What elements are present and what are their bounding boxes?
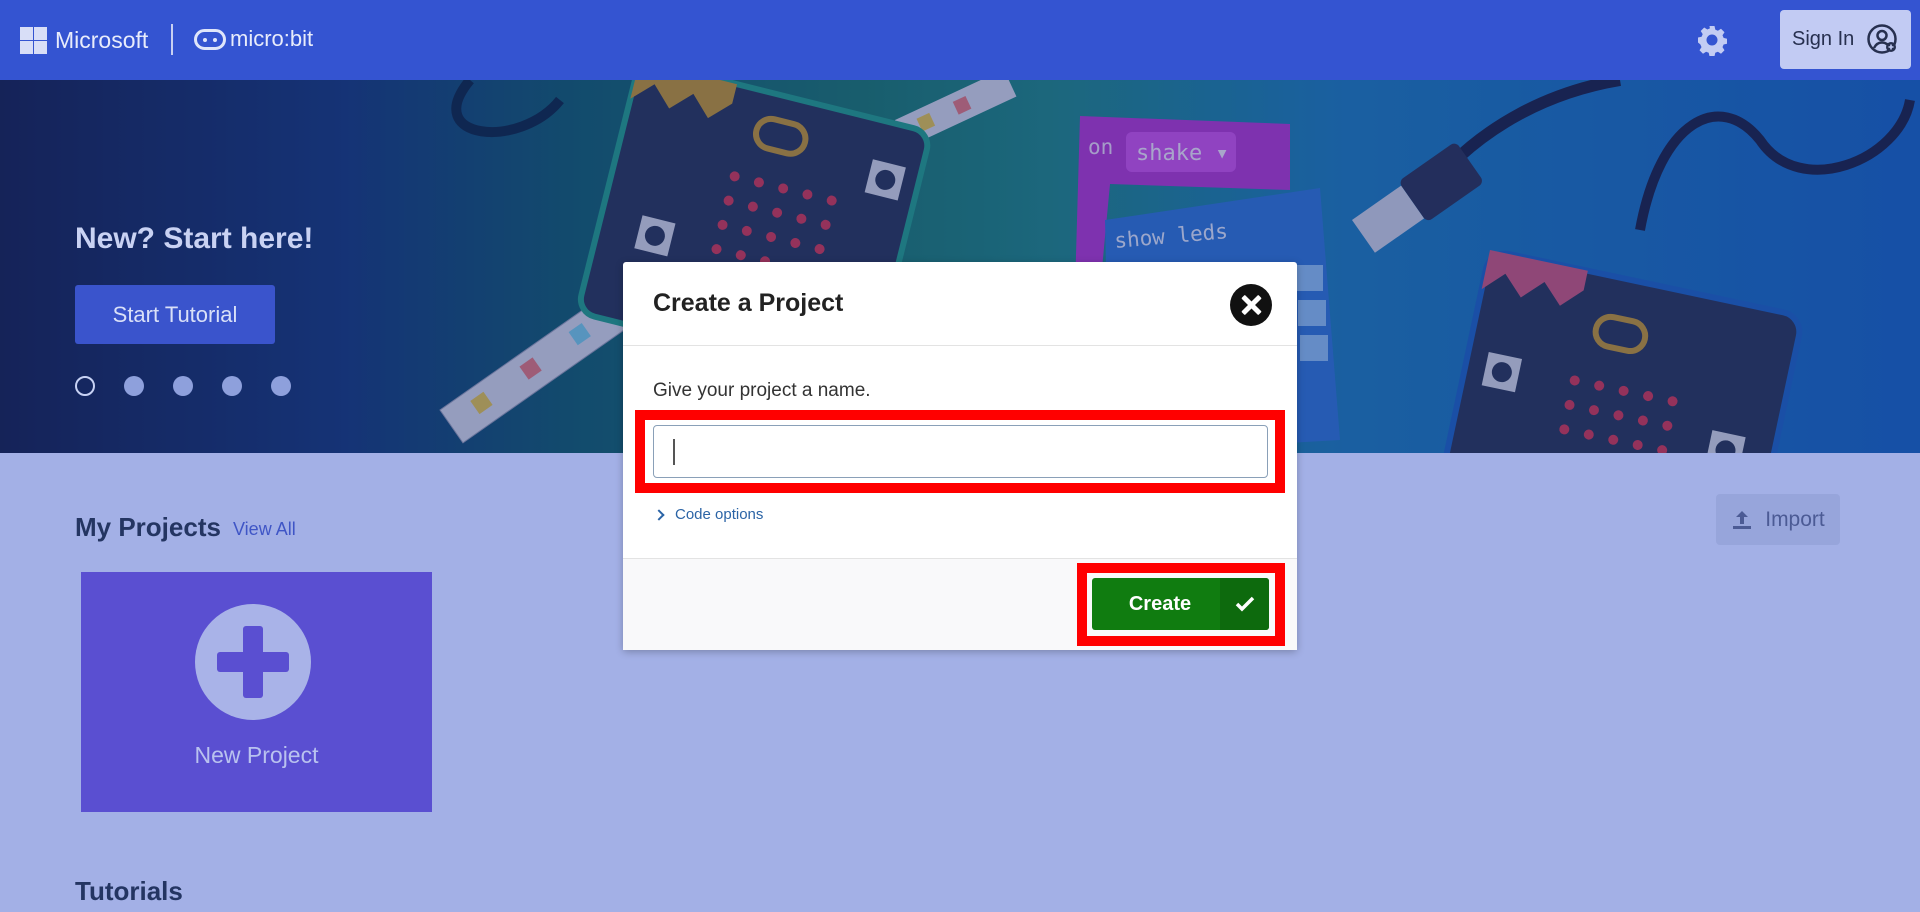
import-label: Import [1765, 507, 1825, 531]
hero-title: New? Start here! [75, 222, 314, 255]
upload-icon [1733, 510, 1752, 529]
microbit-logo[interactable]: micro:bit [194, 26, 313, 52]
close-icon[interactable] [1230, 284, 1272, 326]
top-bar: Microsoft micro:bit Sign In [0, 0, 1920, 80]
sign-in-label: Sign In [1792, 28, 1855, 50]
tutorials-title: Tutorials [75, 876, 183, 906]
microbit-icon [194, 28, 226, 50]
create-button[interactable]: Create [1092, 578, 1269, 630]
dialog-header: Create a Project [623, 262, 1297, 346]
project-name-input[interactable] [653, 425, 1268, 478]
import-button[interactable]: Import [1716, 494, 1840, 545]
new-project-card[interactable]: New Project [81, 572, 432, 812]
brand-divider [171, 24, 173, 55]
create-project-dialog: Create a Project Give your project a nam… [623, 262, 1297, 650]
sign-in-button[interactable]: Sign In [1780, 10, 1911, 69]
code-options-label: Code options [675, 506, 764, 523]
new-project-label: New Project [194, 742, 319, 768]
user-icon [1867, 24, 1897, 54]
plus-icon [195, 604, 311, 720]
carousel-dot-3[interactable] [173, 376, 193, 396]
dialog-title: Create a Project [653, 289, 844, 317]
view-all-link[interactable]: View All [233, 519, 296, 540]
create-label: Create [1128, 592, 1192, 615]
carousel-dot-2[interactable] [124, 376, 144, 396]
microsoft-logo-icon [20, 27, 47, 54]
checkmark-icon [1220, 578, 1269, 630]
start-tutorial-button[interactable]: Start Tutorial [75, 285, 275, 344]
carousel-dot-5[interactable] [271, 376, 291, 396]
carousel-dot-4[interactable] [222, 376, 242, 396]
my-projects-title: My Projects [75, 512, 221, 542]
project-name-prompt: Give your project a name. [653, 380, 871, 401]
chevron-right-icon [653, 508, 665, 521]
microsoft-brand: Microsoft [55, 27, 149, 53]
carousel-dot-1[interactable] [75, 376, 95, 396]
microbit-brand: micro:bit [230, 26, 314, 51]
code-options-toggle[interactable]: Code options [653, 506, 764, 523]
carousel-dots [75, 376, 320, 396]
gear-icon[interactable] [1696, 24, 1728, 56]
text-cursor [673, 439, 675, 465]
